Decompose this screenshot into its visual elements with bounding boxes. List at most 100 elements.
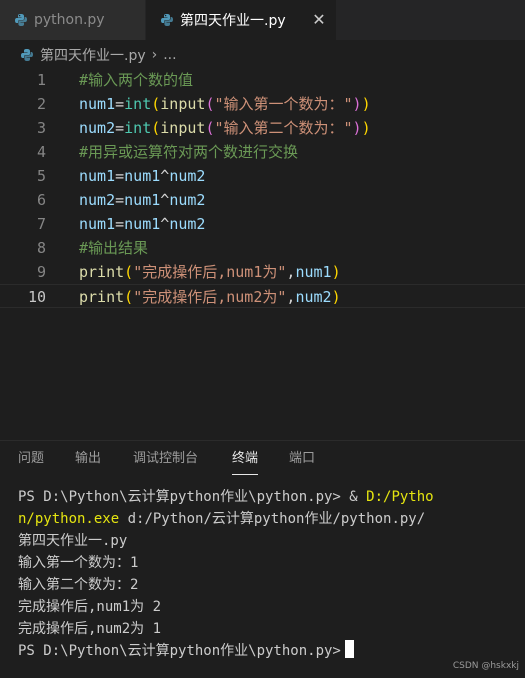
code-token: num1 [79, 95, 116, 113]
bottom-panel: 问题 输出 调试控制台 终端 端口 PS D:\Python\云计算python… [0, 440, 525, 678]
line-number: 2 [36, 95, 46, 113]
line-number: 1 [36, 71, 46, 89]
code-line[interactable]: 1 #输入两个数的值 [0, 68, 525, 92]
terminal-arg-cont: 第四天作业一.py [18, 533, 128, 549]
python-file-icon [21, 49, 33, 61]
terminal-exe-path-cont: n/python.exe [18, 511, 120, 527]
code-token: input [160, 95, 206, 113]
code-line[interactable]: 6 num2=num1^num2 [0, 188, 525, 212]
code-token: = [115, 95, 125, 113]
code-token: print [79, 288, 125, 306]
tab-terminal[interactable]: 终端 [232, 441, 259, 477]
code-line[interactable]: 10 print("完成操作后,num2为",num2) [0, 284, 525, 308]
code-token: ( [151, 119, 161, 137]
code-token: num2 [169, 167, 206, 185]
code-token: #用异或运算符对两个数进行交换 [79, 143, 299, 161]
code-line[interactable]: 8 #输出结果 [0, 236, 525, 260]
code-token: = [115, 215, 125, 233]
code-token: ) [352, 95, 362, 113]
line-number: 3 [36, 119, 46, 137]
code-text: #用异或运算符对两个数进行交换 [79, 140, 298, 164]
breadcrumb-file[interactable]: 第四天作业一.py [40, 45, 146, 65]
code-token: "输入第一个数为：" [214, 95, 353, 113]
tab-ports[interactable]: 端口 [289, 441, 315, 477]
code-text: print("完成操作后,num2为",num2) [79, 285, 341, 309]
code-token: num1 [295, 263, 332, 281]
code-line[interactable]: 4 #用异或运算符对两个数进行交换 [0, 140, 525, 164]
line-number: 9 [36, 263, 46, 281]
code-token: num2 [295, 288, 332, 306]
code-token: "完成操作后,num2为" [133, 288, 287, 306]
code-token: num2 [79, 191, 116, 209]
tab-problems[interactable]: 问题 [18, 441, 44, 477]
tab-debug-console[interactable]: 调试控制台 [133, 441, 198, 477]
code-text: #输出结果 [79, 236, 148, 260]
code-text: num1=int(input("输入第一个数为：")) [79, 92, 371, 116]
code-token: "输入第二个数为：" [214, 119, 353, 137]
breadcrumb-more[interactable]: ... [163, 47, 176, 63]
line-number: 4 [36, 143, 46, 161]
code-token: "完成操作后,num1为" [133, 263, 287, 281]
terminal-output[interactable]: PS D:\Python\云计算python作业\python.py> & D:… [18, 486, 518, 662]
code-token: ( [151, 95, 161, 113]
code-text: num2=num1^num2 [79, 188, 205, 212]
code-line[interactable]: 2 num1=int(input("输入第一个数为：")) [0, 92, 525, 116]
code-text: #输入两个数的值 [79, 68, 193, 92]
code-token: ) [331, 288, 341, 306]
code-token: num2 [169, 191, 206, 209]
code-token: num2 [79, 119, 116, 137]
line-number: 7 [36, 215, 46, 233]
terminal-exe-path: D:/Pytho [366, 489, 434, 505]
line-number: 8 [36, 239, 46, 257]
code-token: #输入两个数的值 [79, 71, 194, 89]
line-number: 6 [36, 191, 46, 209]
code-text: print("完成操作后,num1为",num1) [79, 260, 341, 284]
code-token: input [160, 119, 206, 137]
code-token: = [115, 119, 125, 137]
code-token: ) [352, 119, 362, 137]
code-line[interactable]: 7 num1=num1^num2 [0, 212, 525, 236]
code-token: int [124, 95, 152, 113]
code-token: num1 [124, 191, 161, 209]
code-token: num1 [124, 215, 161, 233]
python-file-icon [15, 14, 27, 26]
code-token: = [115, 191, 125, 209]
line-number: 5 [36, 167, 46, 185]
code-token: print [79, 263, 125, 281]
code-token: num1 [79, 167, 116, 185]
code-token: ^ [160, 215, 170, 233]
code-text: num2=int(input("输入第二个数为：")) [79, 116, 371, 140]
tab-active-file[interactable]: 第四天作业一.py ✕ [146, 0, 336, 40]
tab-python-py[interactable]: python.py [0, 0, 146, 40]
code-token: ^ [160, 191, 170, 209]
code-line[interactable]: 3 num2=int(input("输入第二个数为：")) [0, 116, 525, 140]
code-line[interactable]: 9 print("完成操作后,num1为",num1) [0, 260, 525, 284]
code-token: ) [331, 263, 341, 281]
code-text: num1=num1^num2 [79, 212, 205, 236]
python-file-icon [161, 14, 173, 26]
terminal-line: 输入第二个数为：2 [18, 577, 139, 593]
code-token: num1 [79, 215, 116, 233]
terminal-line: 完成操作后,num2为 1 [18, 621, 162, 637]
code-token: #输出结果 [79, 239, 149, 257]
terminal-final-prompt: PS D:\Python\云计算python作业\python.py> [18, 643, 341, 659]
code-token: ( [124, 288, 134, 306]
code-token: ^ [160, 167, 170, 185]
line-number: 10 [27, 288, 46, 306]
close-icon[interactable]: ✕ [310, 11, 328, 29]
code-line[interactable]: 5 num1=num1^num2 [0, 164, 525, 188]
terminal-prompt: PS D:\Python\云计算python作业\python.py> & [18, 489, 367, 505]
tab-output[interactable]: 输出 [75, 441, 101, 477]
terminal-line: 完成操作后,num1为 2 [18, 599, 162, 615]
code-token: = [115, 167, 125, 185]
tab-label: 第四天作业一.py [180, 13, 286, 29]
code-token: ( [124, 263, 134, 281]
tab-label: python.py [34, 12, 105, 28]
code-token: int [124, 119, 152, 137]
code-editor[interactable]: 1 #输入两个数的值 2 num1=int(input("输入第一个数为：")) 3 nu… [0, 68, 525, 440]
chevron-right-icon: › [151, 47, 158, 63]
code-token: num2 [169, 215, 206, 233]
terminal-cursor [344, 640, 354, 658]
code-token: ) [361, 119, 371, 137]
watermark: CSDN @hskxkj [452, 661, 519, 671]
